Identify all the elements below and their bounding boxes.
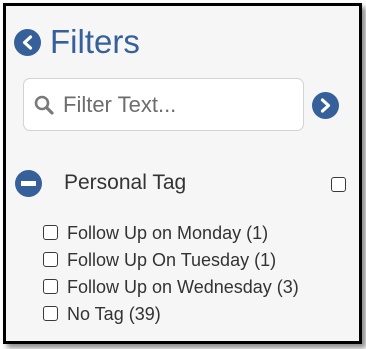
tag-item-follow-up-monday[interactable]: Follow Up on Monday (1) <box>43 219 299 246</box>
tag-checkbox[interactable] <box>43 306 58 321</box>
group-label: Personal Tag <box>64 171 187 194</box>
tag-list: Follow Up on Monday (1) Follow Up On Tue… <box>43 219 299 327</box>
filters-panel: Filters Personal Tag Follow Up on Monday… <box>3 3 362 344</box>
collapse-minus-icon[interactable] <box>15 170 42 197</box>
panel-header: Filters <box>14 22 140 62</box>
personal-tag-group: Personal Tag <box>15 168 355 198</box>
group-checkbox[interactable] <box>331 177 346 192</box>
filter-text-input[interactable] <box>63 91 293 118</box>
tag-label: Follow Up on Wednesday (3) <box>67 276 299 297</box>
panel-title: Filters <box>50 23 140 60</box>
tag-checkbox[interactable] <box>43 279 58 294</box>
tag-label: Follow Up On Tuesday (1) <box>67 249 277 270</box>
tag-checkbox[interactable] <box>43 252 58 267</box>
chevron-right-icon <box>320 98 331 113</box>
search-icon <box>33 94 55 116</box>
tag-checkbox[interactable] <box>43 225 58 240</box>
tag-item-follow-up-tuesday[interactable]: Follow Up On Tuesday (1) <box>43 246 299 273</box>
search-box[interactable] <box>23 78 304 131</box>
tag-label: Follow Up on Monday (1) <box>67 222 269 243</box>
tag-item-no-tag[interactable]: No Tag (39) <box>43 300 299 327</box>
back-button[interactable] <box>14 28 41 56</box>
chevron-left-icon <box>22 34 33 50</box>
search-submit-button[interactable] <box>312 92 339 119</box>
tag-label: No Tag (39) <box>67 303 161 324</box>
tag-item-follow-up-wednesday[interactable]: Follow Up on Wednesday (3) <box>43 273 299 300</box>
